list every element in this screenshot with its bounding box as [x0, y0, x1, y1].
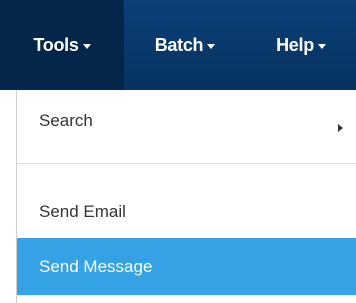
caret-down-icon [317, 43, 326, 49]
tools-dropdown: Search Send Email Send Message [16, 90, 356, 303]
batch-menu-label: Batch [154, 34, 204, 55]
help-menu-label: Help [276, 34, 314, 55]
search-menu-item-label: Search [39, 111, 93, 130]
send-message-menu-item-label: Send Message [39, 256, 153, 276]
tools-menu[interactable]: Tools [0, 0, 124, 90]
tools-menu-label: Tools [33, 34, 79, 55]
send-email-menu-item[interactable]: Send Email [17, 184, 356, 240]
search-menu-item[interactable]: Search [17, 90, 356, 152]
caret-right-icon [338, 124, 343, 132]
help-menu[interactable]: Help [246, 0, 356, 90]
send-message-menu-item[interactable]: Send Message [17, 238, 356, 295]
caret-down-icon [207, 43, 216, 49]
menu-divider [17, 163, 356, 164]
send-email-menu-item-label: Send Email [39, 202, 126, 221]
batch-menu[interactable]: Batch [124, 0, 246, 90]
menu-bar: Tools Batch Help [0, 0, 356, 90]
caret-down-icon [82, 43, 91, 49]
